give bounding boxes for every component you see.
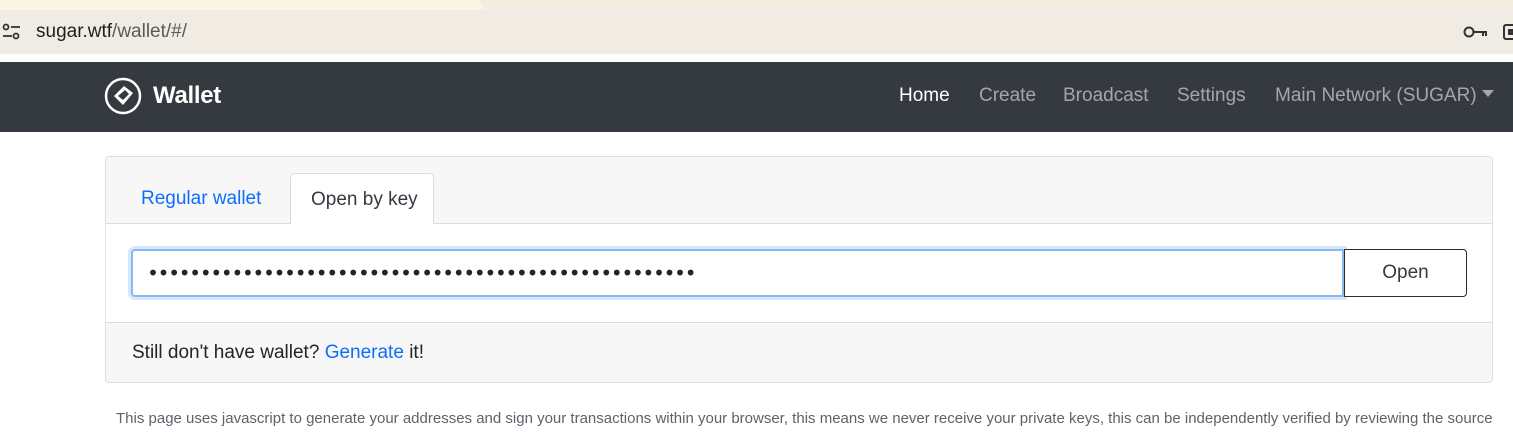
active-tab-shape — [480, 0, 1513, 10]
tab-regular-wallet[interactable]: Regular wallet — [121, 173, 281, 225]
network-dropdown-label: Main Network (SUGAR) — [1275, 85, 1477, 106]
site-info-icon[interactable] — [0, 20, 24, 44]
url-text[interactable]: sugar.wtf/wallet/#/ — [36, 21, 187, 43]
browser-tab-strip — [0, 0, 1513, 10]
wallet-open-card: Regular wallet Open by key Open Still do… — [105, 156, 1493, 383]
privacy-notice: This page uses javascript to generate yo… — [116, 410, 1493, 427]
extension-icon[interactable] — [1503, 23, 1513, 41]
brand-name[interactable]: Wallet — [153, 82, 221, 110]
private-key-input[interactable] — [131, 249, 1344, 297]
key-icon[interactable] — [1463, 25, 1489, 39]
generate-prompt-suffix: it! — [409, 342, 424, 363]
generate-prompt: Still don't have wallet? Generate it! — [132, 342, 424, 364]
address-bar[interactable]: sugar.wtf/wallet/#/ — [0, 10, 1513, 54]
url-path: /wallet/#/ — [112, 21, 188, 42]
network-dropdown[interactable]: Main Network (SUGAR) — [1275, 85, 1494, 107]
top-navbar: Wallet Home Create Broadcast Settings Ma… — [0, 62, 1513, 132]
wallet-logo-icon[interactable] — [104, 77, 142, 115]
card-body: Open — [106, 224, 1492, 322]
tab-open-by-key[interactable]: Open by key — [290, 173, 434, 225]
card-footer: Still don't have wallet? Generate it! — [106, 322, 1492, 382]
url-domain: sugar.wtf — [36, 21, 113, 42]
generate-prompt-prefix: Still don't have wallet? — [132, 342, 320, 363]
nav-settings[interactable]: Settings — [1177, 85, 1246, 107]
nav-home[interactable]: Home — [899, 85, 950, 107]
caret-down-icon — [1481, 90, 1494, 97]
open-button[interactable]: Open — [1344, 249, 1467, 297]
card-tabs-header: Regular wallet Open by key — [106, 157, 1492, 225]
nav-create[interactable]: Create — [979, 85, 1036, 107]
nav-broadcast[interactable]: Broadcast — [1063, 85, 1149, 107]
generate-link[interactable]: Generate — [325, 342, 404, 363]
